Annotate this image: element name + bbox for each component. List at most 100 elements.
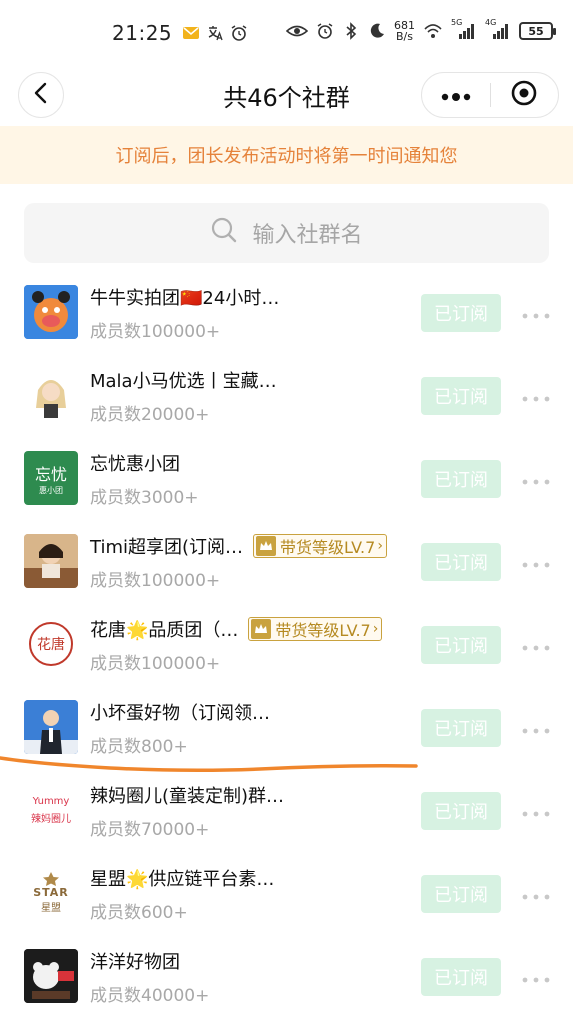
row-more-button[interactable] <box>519 797 553 825</box>
subscribed-button[interactable]: 已订阅 <box>421 543 501 581</box>
subscribed-button[interactable]: 已订阅 <box>421 377 501 415</box>
avatar-sub-text: 星盟 <box>41 903 61 914</box>
mail-icon <box>182 24 200 42</box>
group-name-line: Mala小马优选丨宝藏… <box>90 367 277 393</box>
group-row[interactable]: Mala小马优选丨宝藏… 成员数20000+ 已订阅 <box>0 355 573 438</box>
more-dots-icon <box>521 719 551 738</box>
group-name: 牛牛实拍团🇨🇳24小时… <box>90 288 280 309</box>
subscribed-button[interactable]: 已订阅 <box>421 709 501 747</box>
row-more-button[interactable] <box>519 465 553 493</box>
group-name-line: 小坏蛋好物（订阅领… <box>90 699 270 725</box>
row-more-button[interactable] <box>519 963 553 991</box>
more-dots-icon <box>521 968 551 987</box>
subscribed-button[interactable]: 已订阅 <box>421 460 501 498</box>
member-count: 成员数40000+ <box>90 986 210 1006</box>
chevron-right-icon: › <box>372 621 379 637</box>
notice-text: 订阅后，团长发布活动时将第一时间通知您 <box>115 146 458 167</box>
row-more-button[interactable] <box>519 631 553 659</box>
eye-icon <box>285 22 309 40</box>
row-more-button[interactable] <box>519 880 553 908</box>
group-row[interactable]: 花唐 花唐🌟品质团（… 带货等级LV.7 › 成员数100000+ 已订阅 <box>0 604 573 687</box>
status-notification-icons <box>182 24 248 42</box>
search-input[interactable]: 输入社群名 <box>24 203 549 263</box>
group-avatar: 忘忧 惠小团 <box>24 451 78 505</box>
signal-4g-icon: 4G <box>485 18 511 40</box>
group-avatar: Yummy 辣妈圈儿 <box>24 783 78 837</box>
group-name-line: 牛牛实拍团🇨🇳24小时… <box>90 284 279 310</box>
avatar-title-text: 忘忧 <box>34 464 67 484</box>
avatar-sub-text: 惠小团 <box>39 485 63 495</box>
status-time: 21:25 <box>112 21 173 45</box>
group-row[interactable]: STAR 星盟 星盟🌟供应链平台素… 成员数600+ 已订阅 <box>0 853 573 936</box>
member-count: 成员数100000+ <box>90 654 221 674</box>
group-name: 小坏蛋好物（订阅领… <box>90 703 270 724</box>
subscribed-button[interactable]: 已订阅 <box>421 875 501 913</box>
row-more-button[interactable] <box>519 548 553 576</box>
member-count: 成员数20000+ <box>90 405 210 425</box>
close-mini-program-button[interactable] <box>491 73 559 117</box>
group-name-line: Timi超享团(订阅… 带货等级LV.7 › <box>90 533 387 559</box>
group-row[interactable]: 洋洋好物团 成员数40000+ 已订阅 <box>0 936 573 1019</box>
group-name: Timi超享团(订阅… <box>90 537 243 558</box>
group-name: 花唐🌟品质团（… <box>90 620 239 641</box>
subscribe-notice-banner: 订阅后，团长发布活动时将第一时间通知您 <box>0 126 573 184</box>
row-more-button[interactable] <box>519 299 553 327</box>
network-speed-unit: B/s <box>396 30 413 43</box>
group-name: 忘忧惠小团 <box>90 454 180 475</box>
alarm-icon <box>230 24 248 42</box>
member-count: 成员数3000+ <box>90 488 199 508</box>
member-count: 成员数70000+ <box>90 820 210 840</box>
status-bar: 21:25 681 B/s 5G 4G 55 <box>0 0 573 66</box>
star-logo-icon <box>43 872 59 886</box>
group-avatar <box>24 534 78 588</box>
network-speed: 681 B/s <box>394 20 415 42</box>
more-dots-icon <box>521 470 551 489</box>
member-count: 成员数800+ <box>90 737 188 757</box>
group-row[interactable]: 忘忧 惠小团 忘忧惠小团 成员数3000+ 已订阅 <box>0 438 573 521</box>
signal-5g-icon: 5G <box>451 18 477 40</box>
group-name-line: 忘忧惠小团 <box>90 450 180 476</box>
subscribed-button[interactable]: 已订阅 <box>421 958 501 996</box>
wifi-icon <box>423 22 443 40</box>
more-dots-icon <box>521 885 551 904</box>
target-close-icon <box>511 80 537 110</box>
group-avatar <box>24 368 78 422</box>
avatar-seal: 花唐 <box>29 622 73 666</box>
more-dots-icon <box>441 86 471 105</box>
group-avatar: 花唐 <box>24 617 78 671</box>
member-count: 成员数100000+ <box>90 571 221 591</box>
row-more-button[interactable] <box>519 382 553 410</box>
group-avatar <box>24 285 78 339</box>
group-row[interactable]: 小坏蛋好物（订阅领… 成员数800+ 已订阅 <box>0 687 573 770</box>
subscribed-button[interactable]: 已订阅 <box>421 626 501 664</box>
subscribed-button[interactable]: 已订阅 <box>421 792 501 830</box>
group-row[interactable]: Yummy 辣妈圈儿 辣妈圈儿(童装定制)群… 成员数70000+ 已订阅 <box>0 770 573 853</box>
subscribed-button[interactable]: 已订阅 <box>421 294 501 332</box>
group-row[interactable]: Timi超享团(订阅… 带货等级LV.7 › 成员数100000+ 已订阅 <box>0 521 573 604</box>
crown-icon <box>251 619 272 639</box>
bluetooth-icon <box>342 22 360 40</box>
row-more-button[interactable] <box>519 714 553 742</box>
more-dots-icon <box>521 304 551 323</box>
group-name-line: 花唐🌟品质团（… 带货等级LV.7 › <box>90 616 383 642</box>
more-menu-button[interactable] <box>422 73 490 117</box>
status-system-icons: 681 B/s 5G 4G 55 <box>285 18 556 42</box>
sales-level-badge[interactable]: 带货等级LV.7 › <box>248 617 383 641</box>
group-name: 辣妈圈儿(童装定制)群… <box>90 786 285 807</box>
sales-level-text: 带货等级LV.7 <box>280 538 376 557</box>
battery-icon: 55 <box>519 22 556 40</box>
search-icon <box>210 216 238 250</box>
nav-bar: 共46个社群 <box>0 66 573 124</box>
group-avatar <box>24 949 78 1003</box>
sales-level-badge[interactable]: 带货等级LV.7 › <box>253 534 387 558</box>
crown-icon <box>256 536 276 556</box>
avatar-title-text: Yummy <box>32 795 70 807</box>
signal-4g-label: 4G <box>485 18 497 27</box>
group-name: 星盟🌟供应链平台素… <box>90 869 275 890</box>
avatar-title-text: STAR <box>33 886 69 899</box>
group-row[interactable]: 牛牛实拍团🇨🇳24小时… 成员数100000+ 已订阅 <box>0 272 573 355</box>
group-name: Mala小马优选丨宝藏… <box>90 371 277 392</box>
avatar-seal-text: 花唐 <box>37 637 65 653</box>
more-dots-icon <box>521 387 551 406</box>
group-name: 洋洋好物团 <box>90 952 180 973</box>
